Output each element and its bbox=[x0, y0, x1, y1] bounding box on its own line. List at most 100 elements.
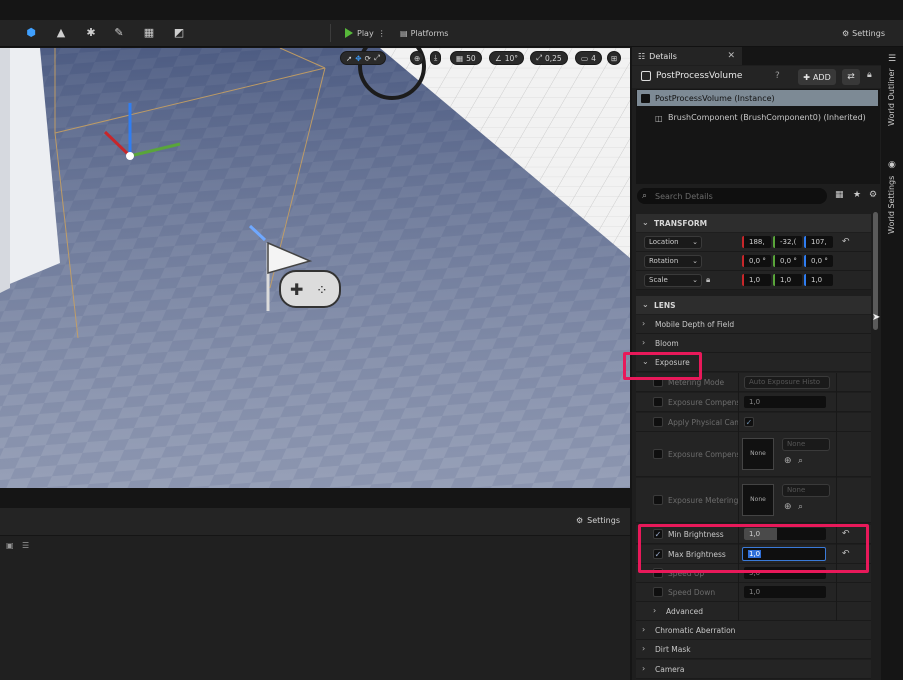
component-root-label: PostProcessVolume (Instance) bbox=[655, 93, 775, 103]
scale-tool-icon[interactable]: ⤢ bbox=[374, 53, 380, 63]
gear-icon: ⚙ bbox=[842, 28, 850, 38]
exposure-comp-curve-thumbnail[interactable]: None bbox=[742, 438, 774, 470]
transform-category[interactable]: ⌄ TRANSFORM bbox=[636, 214, 871, 232]
apply-physical-value-checkbox[interactable]: ✓ bbox=[744, 417, 754, 427]
world-outliner-icon[interactable]: ☰ bbox=[888, 54, 896, 64]
exposure-metering-thumbnail[interactable]: None bbox=[742, 484, 774, 516]
exposure-metering-checkbox[interactable] bbox=[653, 495, 663, 505]
details-tab-label: Details bbox=[649, 51, 677, 61]
select-tool-icon[interactable]: ➚ bbox=[346, 54, 352, 63]
exposure-comp-checkbox[interactable] bbox=[653, 397, 663, 407]
brush-edit-mode-icon[interactable]: ◩ bbox=[172, 26, 186, 40]
scale-y-field[interactable]: 1,0 bbox=[773, 274, 802, 286]
use-selected-icon[interactable]: ⊕ bbox=[784, 456, 792, 466]
chevron-right-icon: › bbox=[642, 319, 646, 328]
lock-icon[interactable]: 🔒︎ bbox=[867, 70, 872, 80]
gear-icon[interactable]: ⚙ bbox=[869, 190, 877, 200]
camera-row[interactable]: › Camera bbox=[636, 660, 871, 679]
rotation-snap-button[interactable]: ∠ 10° bbox=[489, 51, 525, 65]
add-label: ADD bbox=[812, 72, 831, 82]
play-label: Play bbox=[357, 28, 374, 38]
layout-icon: ⊞ bbox=[611, 53, 618, 63]
platforms-button[interactable]: ▤ Platforms bbox=[400, 25, 448, 41]
play-options-icon[interactable]: ⋮ bbox=[378, 29, 386, 38]
chevron-down-icon: ⌄ bbox=[642, 300, 649, 309]
toolbar-settings-button[interactable]: ⚙ Settings bbox=[842, 25, 885, 41]
details-tab[interactable]: ☷ Details ✕ bbox=[632, 47, 742, 65]
location-z-field[interactable]: 107, bbox=[804, 236, 833, 248]
add-component-button[interactable]: ✚ ADD bbox=[798, 69, 836, 85]
foliage-mode-icon[interactable]: ✱ bbox=[84, 26, 98, 40]
exposure-comp-curve-dropdown[interactable]: None bbox=[782, 438, 830, 451]
play-icon bbox=[345, 28, 353, 38]
rotation-row: Rotation ⌄ 0,0 ° 0,0 ° 0,0 ° bbox=[636, 252, 871, 271]
table-view-icon[interactable]: ▦ bbox=[835, 190, 844, 200]
mobile-dof-row[interactable]: › Mobile Depth of Field bbox=[636, 315, 871, 334]
scale-snap-button[interactable]: ⤢ 0,25 bbox=[530, 51, 568, 65]
location-y-field[interactable]: -32,( bbox=[773, 236, 802, 248]
transform-tools[interactable]: ➚ ✥ ⟳ ⤢ bbox=[340, 51, 386, 65]
blueprint-button[interactable]: ⇄ bbox=[842, 69, 860, 85]
browse-search-icon[interactable]: ⌕ bbox=[798, 456, 803, 466]
rotation-z-field[interactable]: 0,0 ° bbox=[804, 255, 833, 267]
title-bar bbox=[0, 0, 903, 20]
exposure-comp-field[interactable]: 1,0 bbox=[744, 396, 826, 408]
rotate-tool-icon[interactable]: ⟳ bbox=[365, 54, 371, 63]
mesh-paint-mode-icon[interactable]: ✎ bbox=[112, 26, 126, 40]
world-settings-icon[interactable]: ◉ bbox=[888, 160, 896, 170]
world-settings-tab[interactable]: World Settings bbox=[887, 176, 896, 234]
main-toolbar: ⬢ ▲ ✱ ✎ ▦ ◩ Play ⋮ ▤ Platforms ⚙ Setting… bbox=[0, 20, 903, 47]
lock-icon[interactable]: 🔒︎ bbox=[706, 275, 710, 285]
exposure-comp-curve-checkbox[interactable] bbox=[653, 449, 663, 459]
select-mode-icon[interactable]: ⬢ bbox=[24, 26, 38, 40]
metering-mode-dropdown[interactable]: Auto Exposure Histo bbox=[744, 376, 830, 389]
chevron-right-icon: › bbox=[642, 644, 646, 653]
brush-component-item[interactable]: BrushComponent (BrushComponent0) (Inheri… bbox=[668, 113, 866, 122]
help-icon[interactable]: ? bbox=[775, 71, 780, 81]
star-icon[interactable]: ★ bbox=[853, 190, 861, 200]
surface-snap-button[interactable]: ⤓ bbox=[430, 51, 442, 65]
speed-down-checkbox[interactable] bbox=[653, 587, 663, 597]
mobile-dof-label: Mobile Depth of Field bbox=[655, 320, 735, 329]
bloom-row[interactable]: › Bloom bbox=[636, 334, 871, 353]
chromatic-row[interactable]: › Chromatic Aberration bbox=[636, 621, 871, 640]
lower-settings-label: Settings bbox=[587, 516, 620, 525]
search-details-input[interactable]: Search Details bbox=[637, 188, 827, 204]
level-viewport[interactable]: ✚ ⁘ ➚ ✥ ⟳ ⤢ ⊕ ⤓ ▦ 50 ∠ 10° ⤢ 0,25 ▭ 4 ⊞ bbox=[0, 48, 630, 488]
chevron-right-icon: › bbox=[642, 338, 646, 347]
scale-x-field[interactable]: 1,0 bbox=[742, 274, 771, 286]
component-root-selected[interactable]: PostProcessVolume (Instance) bbox=[637, 90, 878, 106]
use-selected-icon[interactable]: ⊕ bbox=[784, 502, 792, 512]
lower-panel-settings-button[interactable]: ⚙ Settings bbox=[576, 516, 620, 525]
fracture-mode-icon[interactable]: ▦ bbox=[142, 26, 156, 40]
dirt-mask-row[interactable]: › Dirt Mask bbox=[636, 640, 871, 659]
landscape-mode-icon[interactable]: ▲ bbox=[54, 26, 68, 40]
grid-snap-button[interactable]: ▦ 50 bbox=[450, 51, 482, 65]
rotation-x-field[interactable]: 0,0 ° bbox=[742, 255, 771, 267]
rotation-dropdown[interactable]: Rotation ⌄ bbox=[644, 255, 702, 268]
camera-speed-value: 4 bbox=[591, 53, 596, 63]
scale-dropdown[interactable]: Scale ⌄ bbox=[644, 274, 702, 287]
filter-icon[interactable]: ☰ bbox=[22, 541, 29, 550]
world-outliner-tab[interactable]: World Outliner bbox=[887, 68, 896, 126]
svg-text:✚: ✚ bbox=[290, 280, 303, 299]
camera-speed-button[interactable]: ▭ 4 bbox=[575, 51, 602, 65]
close-icon[interactable]: ✕ bbox=[727, 51, 735, 61]
speed-down-field[interactable]: 1,0 bbox=[744, 586, 826, 598]
rotation-y-field[interactable]: 0,0 ° bbox=[773, 255, 802, 267]
scale-z-field[interactable]: 1,0 bbox=[804, 274, 833, 286]
scale-snap-icon: ⤢ bbox=[536, 53, 542, 62]
play-button[interactable]: Play ⋮ bbox=[345, 25, 386, 41]
move-tool-icon[interactable]: ✥ bbox=[355, 54, 361, 63]
browse-search-icon[interactable]: ⌕ bbox=[798, 502, 803, 512]
exposure-metering-dropdown[interactable]: None bbox=[782, 484, 830, 497]
location-x-field[interactable]: 188, bbox=[742, 236, 771, 248]
chromatic-label: Chromatic Aberration bbox=[655, 626, 736, 635]
reset-icon[interactable]: ↶ bbox=[842, 237, 850, 247]
lens-category[interactable]: ⌄ LENS bbox=[636, 296, 871, 314]
apply-physical-checkbox[interactable] bbox=[653, 417, 663, 427]
location-dropdown[interactable]: Location ⌄ bbox=[644, 236, 702, 249]
dirt-mask-label: Dirt Mask bbox=[655, 645, 691, 654]
details-tab-icon: ☷ bbox=[638, 51, 646, 61]
save-icon[interactable]: ▣ bbox=[6, 541, 14, 550]
